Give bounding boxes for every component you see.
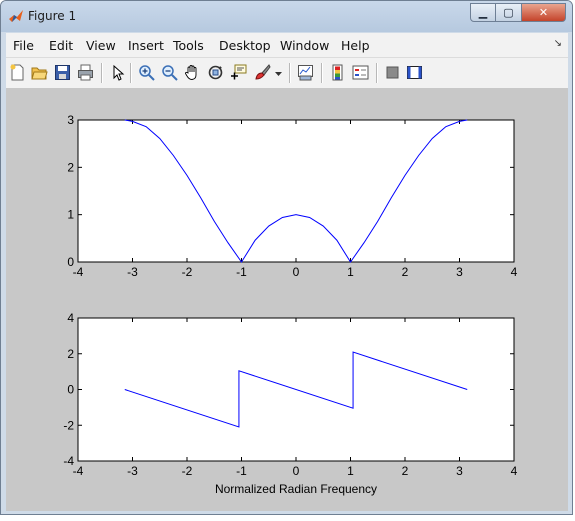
menu-tools[interactable]: Tools [173, 38, 204, 53]
hide-plot-tools-icon[interactable] [384, 64, 401, 81]
y-tick-label: 0 [67, 255, 74, 269]
x-tick-label: 1 [347, 265, 354, 279]
link-plot-icon[interactable] [297, 64, 314, 81]
window-title: Figure 1 [28, 9, 77, 23]
menu-help[interactable]: Help [341, 38, 370, 53]
figure-toolbar [6, 57, 568, 89]
close-button[interactable]: ✕ [522, 3, 566, 22]
save-icon[interactable] [54, 64, 71, 81]
x-tick-label: 3 [456, 464, 463, 478]
x-tick-label: 4 [511, 464, 518, 478]
y-tick-label: -2 [63, 418, 74, 432]
x-tick-label: 2 [402, 464, 409, 478]
show-plot-tools-icon[interactable] [406, 64, 423, 81]
data-cursor-icon[interactable] [230, 64, 247, 81]
open-file-icon[interactable] [31, 64, 48, 81]
minimize-icon: ▁ [478, 6, 488, 19]
x-tick-label: 1 [347, 464, 354, 478]
x-tick-label: 4 [511, 265, 518, 279]
menu-edit[interactable]: Edit [49, 38, 73, 53]
figure-window: Figure 1 ▁ ▢ ✕ File Edit View Insert Too… [0, 0, 573, 515]
y-tick-label: 4 [67, 311, 74, 325]
x-tick-label: -1 [236, 464, 247, 478]
figure-canvas: -4 -3 -2 -1 0 1 2 3 4 0 1 2 3 -4 -3 -2 -1 0 1 2 3 4 -4 -2 0 2 4 Nor… [6, 88, 568, 511]
figure-plots: -4 -3 -2 -1 0 1 2 3 4 0 1 2 3 -4 -3 -2 -1 0 1 2 3 4 -4 -2 0 2 4 Nor… [63, 113, 517, 496]
menu-desktop[interactable]: Desktop [219, 38, 271, 53]
x-tick-label: 2 [402, 265, 409, 279]
x-tick-label: 3 [456, 265, 463, 279]
y-tick-label: 1 [67, 208, 74, 222]
plot-area [77, 119, 515, 263]
pan-hand-icon[interactable] [184, 64, 201, 81]
y-tick-label: 0 [67, 383, 74, 397]
y-tick-label: 2 [67, 347, 74, 361]
brush-dropdown-icon[interactable] [274, 64, 283, 81]
maximize-button[interactable]: ▢ [496, 3, 522, 22]
edit-plot-arrow-icon[interactable] [109, 64, 126, 81]
matlab-logo-icon [9, 10, 23, 22]
zoom-in-icon[interactable] [138, 64, 155, 81]
legend-icon[interactable] [352, 64, 369, 81]
menu-dock-arrow-icon[interactable]: ↘ [554, 38, 562, 49]
x-tick-label: -4 [73, 464, 84, 478]
zoom-out-icon[interactable] [161, 64, 178, 81]
x-tick-label: -3 [127, 265, 138, 279]
close-icon: ✕ [538, 6, 549, 19]
print-icon[interactable] [77, 64, 94, 81]
y-tick-label: 2 [67, 160, 74, 174]
x-tick-label: 0 [293, 265, 300, 279]
y-tick-label: 3 [67, 113, 74, 127]
x-tick-label: -2 [182, 464, 193, 478]
x-tick-label: 0 [293, 464, 300, 478]
new-figure-icon[interactable] [9, 64, 26, 81]
colorbar-icon[interactable] [329, 64, 346, 81]
axes-2: -4 -3 -2 -1 0 1 2 3 4 -4 -2 0 2 4 Normalized Radian Fr… [63, 311, 517, 496]
menu-bar: File Edit View Insert Tools Desktop Wind… [6, 33, 568, 57]
maximize-icon: ▢ [503, 6, 514, 19]
x-tick-label: -1 [236, 265, 247, 279]
axes-1: -4 -3 -2 -1 0 1 2 3 4 0 1 2 3 [67, 113, 517, 279]
x-tick-label: -2 [182, 265, 193, 279]
x-tick-label: -3 [127, 464, 138, 478]
x-axis-label: Normalized Radian Frequency [215, 482, 377, 496]
menu-view[interactable]: View [86, 38, 116, 53]
minimize-button[interactable]: ▁ [470, 3, 496, 22]
y-tick-label: -4 [63, 454, 74, 468]
x-tick-label: -4 [73, 265, 84, 279]
menu-file[interactable]: File [13, 38, 34, 53]
menu-insert[interactable]: Insert [128, 38, 164, 53]
menu-window[interactable]: Window [280, 38, 329, 53]
brush-icon[interactable] [254, 64, 271, 81]
title-bar[interactable]: Figure 1 ▁ ▢ ✕ [1, 1, 572, 32]
rotate-3d-icon[interactable] [207, 64, 224, 81]
